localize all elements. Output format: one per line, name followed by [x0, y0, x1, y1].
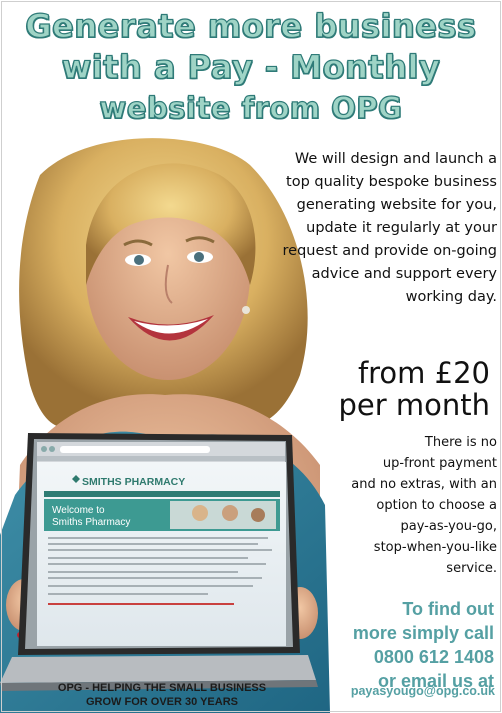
call-to-action: To find out more simply call 0800 612 14… [353, 597, 494, 693]
headline-line-1: Generate more business [25, 6, 477, 45]
footer-tagline: OPG - HELPING THE SMALL BUSINESS GROW FO… [22, 681, 302, 709]
terms-line: service. [446, 561, 497, 576]
price-line-2: per month [338, 388, 490, 422]
price: from £20 per month [338, 357, 490, 422]
laptop-welcome-line1: Welcome to [52, 505, 105, 516]
laptop-logo-text: SMITHS PHARMACY [82, 476, 185, 488]
cta-line: To find out [402, 599, 494, 619]
intro-line: working day. [405, 289, 497, 305]
intro-line: generating website for you, [296, 197, 497, 213]
price-line-1: from £20 [357, 356, 490, 390]
intro-line: advice and support every [311, 266, 497, 282]
laptop: SMITHS PHARMACY Welcome to Smiths Pharma… [0, 433, 318, 691]
terms-line: option to choose a [376, 498, 497, 513]
terms-line: and no extras, with an [351, 477, 497, 492]
advert: SMITHS PHARMACY Welcome to Smiths Pharma… [0, 0, 502, 713]
intro-line: top quality bespoke business [286, 174, 497, 190]
email-address: payasyougo@opg.co.uk [350, 684, 495, 698]
laptop-welcome-line2: Smiths Pharmacy [52, 517, 130, 528]
intro-line: update it regularly at your [306, 220, 497, 236]
footer-line-2: GROW FOR OVER 30 YEARS [86, 696, 238, 708]
headline: Generate more business with a Pay - Mont… [0, 6, 502, 129]
intro-text: We will design and launch a top quality … [225, 148, 497, 309]
terms-line: up-front payment [382, 456, 497, 471]
terms-text: There is no up-front payment and no extr… [305, 432, 497, 579]
phone-number: 0800 612 1408 [373, 647, 494, 667]
headline-line-3: website from OPG [99, 90, 403, 125]
terms-line: There is no [424, 435, 497, 450]
footer-line-1: OPG - HELPING THE SMALL BUSINESS [57, 682, 267, 694]
terms-line: pay-as-you-go, [400, 519, 498, 534]
intro-line: request and provide on-going [282, 243, 497, 259]
terms-line: stop-when-you-like [373, 540, 497, 555]
cta-line: more simply call [352, 623, 494, 643]
intro-line: We will design and launch a [294, 151, 497, 167]
headline-line-2: with a Pay - Monthly [61, 47, 441, 86]
